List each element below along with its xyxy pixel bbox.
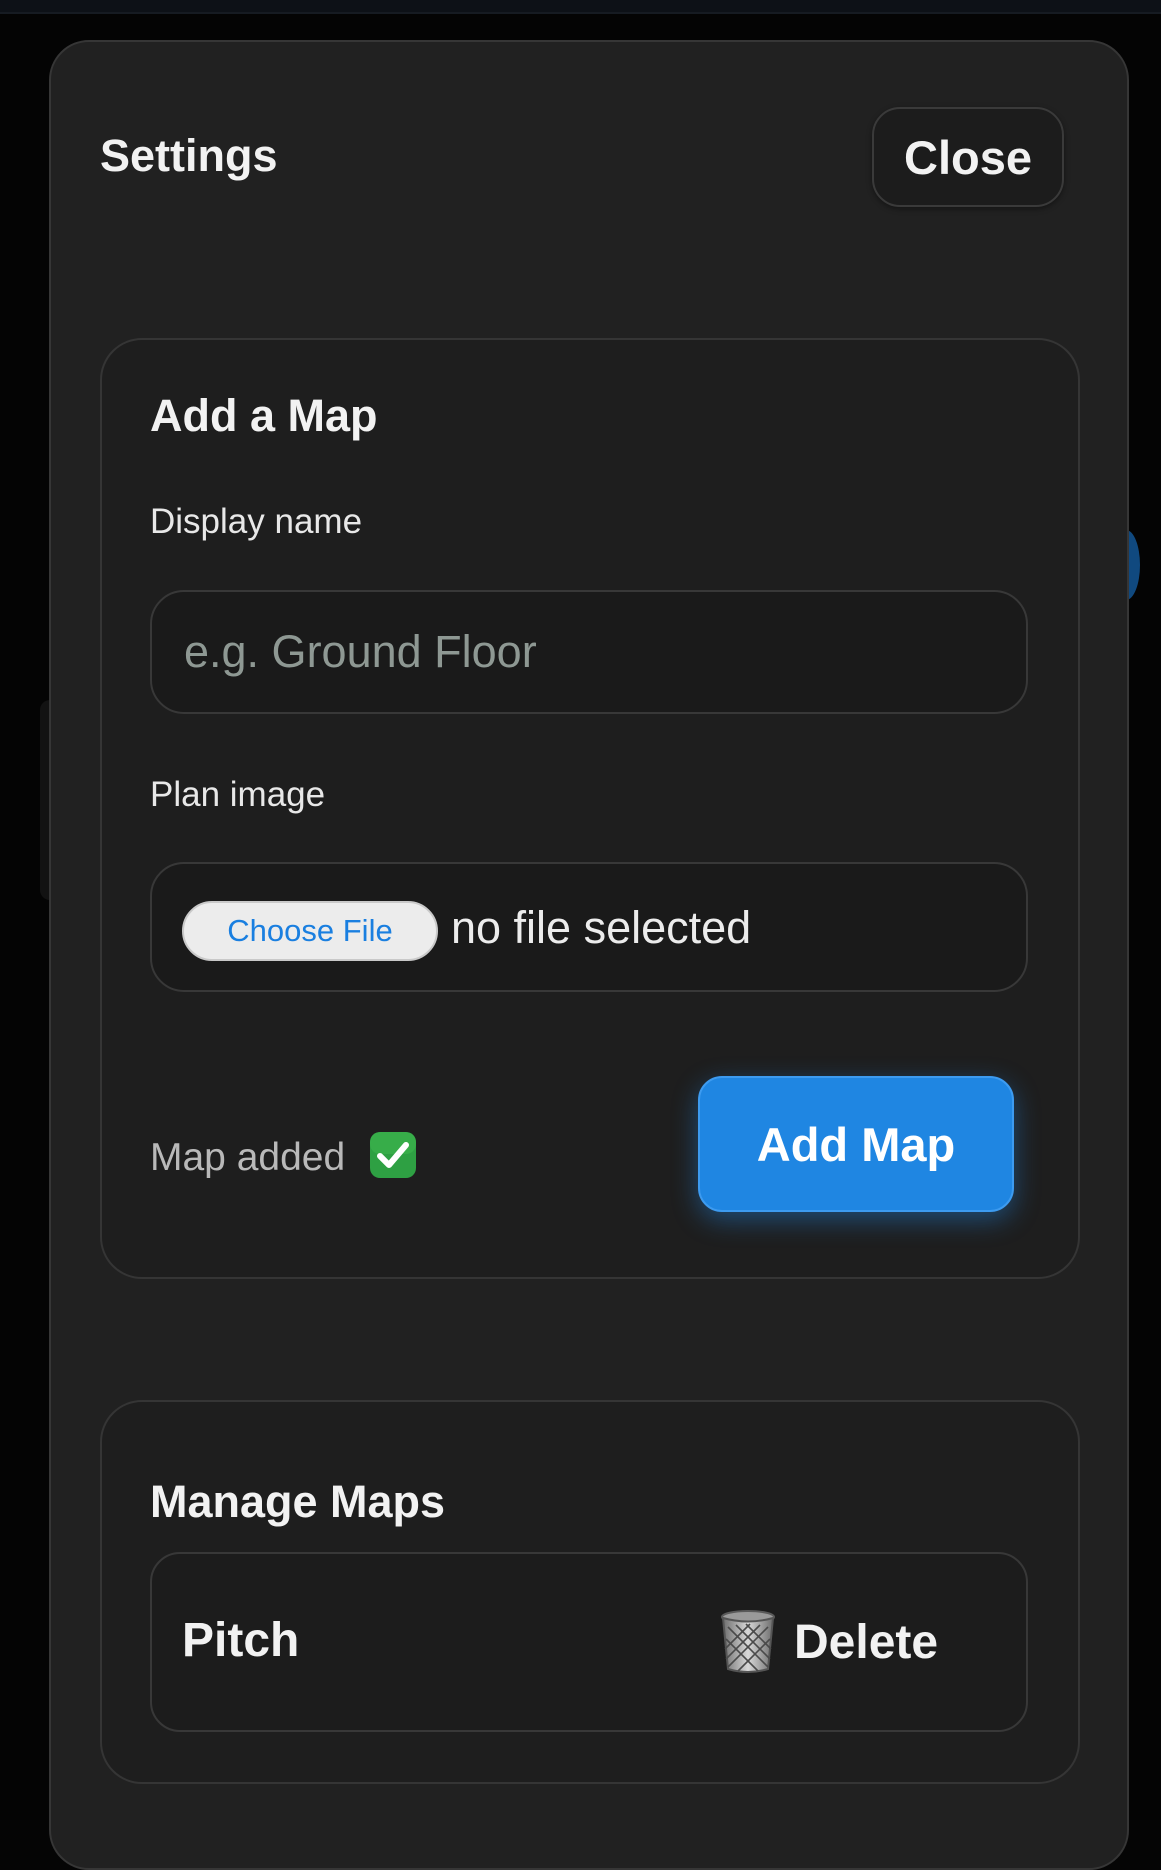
plan-image-label: Plan image <box>150 775 326 814</box>
manage-maps-title: Manage Maps <box>150 1476 446 1527</box>
file-status-text: no file selected <box>451 902 752 953</box>
check-mark-icon <box>370 1132 416 1178</box>
status-message-text: Map added <box>150 1136 346 1179</box>
delete-map-button[interactable]: Delete <box>718 1604 966 1680</box>
modal-title: Settings <box>100 130 278 181</box>
add-map-title: Add a Map <box>150 390 378 441</box>
delete-button-label: Delete <box>794 1615 939 1669</box>
add-map-button[interactable]: Add Map <box>698 1076 1014 1212</box>
close-button[interactable]: Close <box>872 107 1064 207</box>
display-name-input[interactable] <box>150 590 1028 714</box>
map-name: Pitch <box>182 1614 300 1667</box>
trash-icon <box>721 1610 775 1673</box>
display-name-label: Display name <box>150 502 363 541</box>
background-header <box>0 0 1161 14</box>
choose-file-button[interactable]: Choose File <box>182 901 438 961</box>
map-added-status: Map added <box>150 1130 418 1184</box>
